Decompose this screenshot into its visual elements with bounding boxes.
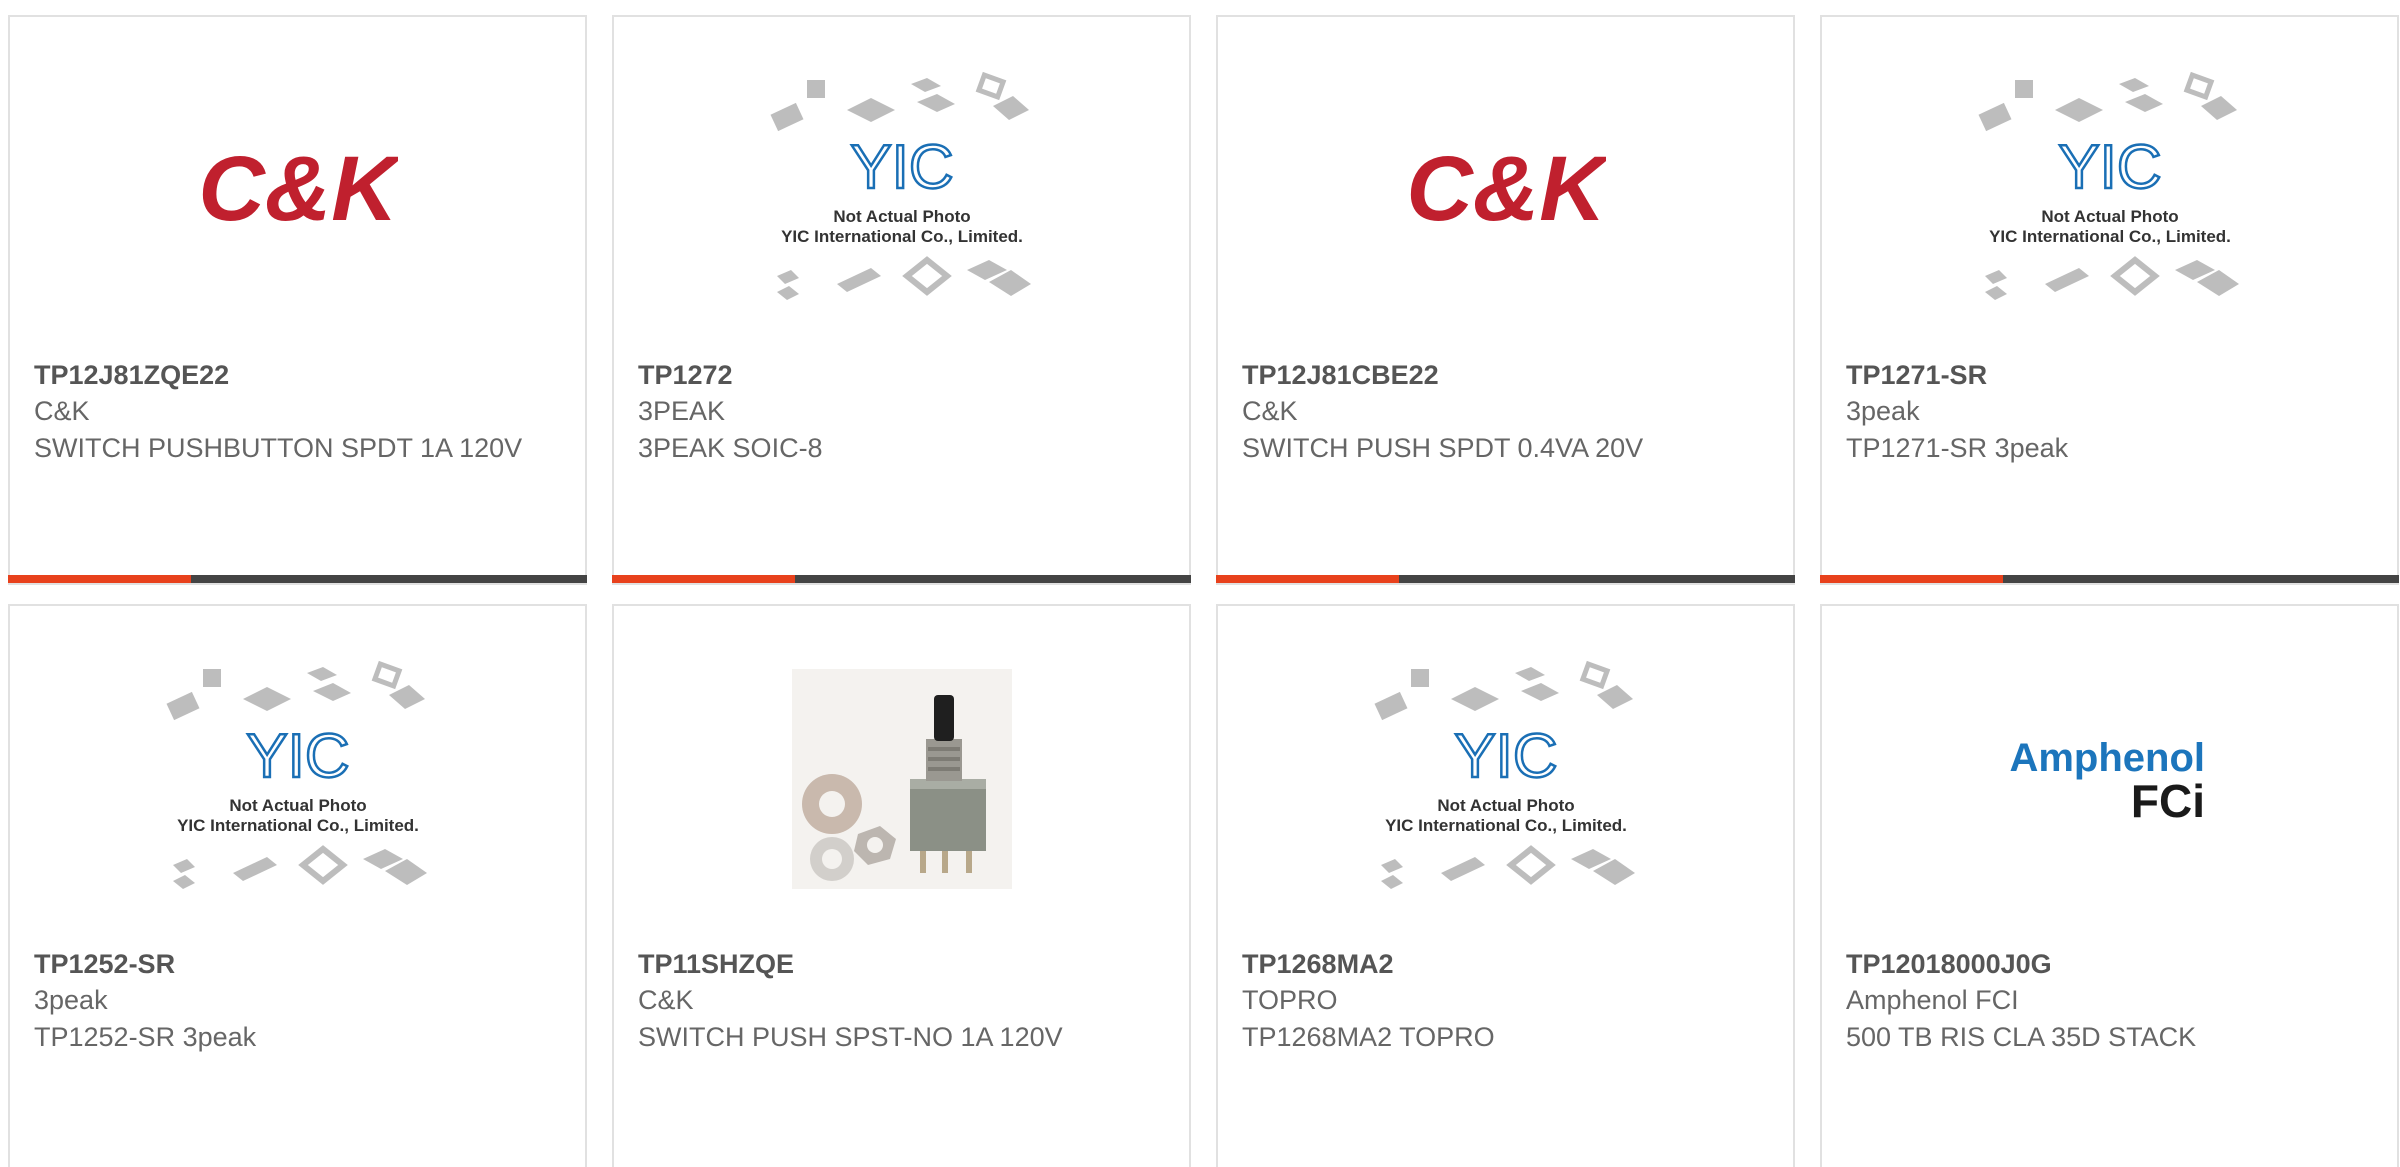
product-image[interactable]: YIC Not Actual Photo YIC International C…	[10, 606, 585, 951]
placeholder-image-icon: YIC Not Actual Photo YIC International C…	[1374, 660, 1635, 889]
svg-text:YIC International Co., Limited: YIC International Co., Limited.	[177, 816, 419, 835]
placeholder-image-icon: YIC Not Actual Photo YIC International C…	[166, 660, 427, 889]
card-bottom-bar	[612, 575, 1191, 583]
ck-logo-icon: C&K	[198, 138, 398, 240]
part-number[interactable]: TP1272	[638, 357, 1165, 393]
manufacturer: 3peak	[34, 985, 108, 1015]
card-bottom-bar	[1216, 575, 1795, 583]
manufacturer: 3PEAK	[638, 396, 726, 426]
svg-text:YIC International Co., Limited: YIC International Co., Limited.	[781, 227, 1023, 246]
description: TP1268MA2 TOPRO	[1242, 1022, 1495, 1052]
ck-logo-icon: C&K	[1406, 138, 1606, 240]
product-image[interactable]: C&K	[1218, 17, 1793, 362]
description: SWITCH PUSH SPDT 0.4VA 20V	[1242, 433, 1644, 463]
switch-photo-icon	[791, 668, 1012, 889]
description: 500 TB RIS CLA 35D STACK	[1846, 1022, 2197, 1052]
part-number[interactable]: TP12J81ZQE22	[34, 357, 561, 393]
product-card[interactable]: C&K TP12J81ZQE22 C&K SWITCH PUSHBUTTON S…	[8, 15, 587, 585]
manufacturer: TOPRO	[1242, 985, 1338, 1015]
description: TP1252-SR 3peak	[34, 1022, 257, 1052]
card-bottom-bar	[1820, 575, 2399, 583]
product-image[interactable]: YIC Not Actual Photo YIC International C…	[614, 17, 1189, 362]
manufacturer: C&K	[34, 396, 90, 426]
description: SWITCH PUSH SPST-NO 1A 120V	[638, 1022, 1063, 1052]
svg-text:YIC: YIC	[246, 722, 349, 791]
product-image[interactable]: YIC Not Actual Photo YIC International C…	[1218, 606, 1793, 951]
svg-text:Not Actual Photo: Not Actual Photo	[1437, 796, 1574, 815]
manufacturer: 3peak	[1846, 396, 1920, 426]
placeholder-image-icon: YIC Not Actual Photo YIC International C…	[770, 71, 1031, 300]
product-card[interactable]: Amphenol FCi TP12018000J0G Amphenol FCI …	[1820, 604, 2399, 1167]
product-card[interactable]: YIC Not Actual Photo YIC International C…	[1216, 604, 1795, 1167]
product-card[interactable]: C&K TP12J81CBE22 C&K SWITCH PUSH SPDT 0.…	[1216, 15, 1795, 585]
svg-text:YIC: YIC	[850, 133, 953, 202]
part-number[interactable]: TP1252-SR	[34, 946, 561, 982]
manufacturer: C&K	[1242, 396, 1298, 426]
product-image[interactable]: C&K	[10, 17, 585, 362]
card-accent	[1820, 575, 2003, 583]
card-bottom-bar	[8, 575, 587, 583]
svg-text:Not Actual Photo: Not Actual Photo	[833, 207, 970, 226]
manufacturer: Amphenol FCI	[1846, 985, 2019, 1015]
product-card[interactable]: YIC Not Actual Photo YIC International C…	[8, 604, 587, 1167]
product-card[interactable]: TP11SHZQE C&K SWITCH PUSH SPST-NO 1A 120…	[612, 604, 1191, 1167]
part-number[interactable]: TP1271-SR	[1846, 357, 2373, 393]
description: TP1271-SR 3peak	[1846, 433, 2069, 463]
amphenol-logo-icon: Amphenol FCi	[2009, 736, 2205, 827]
product-grid: C&K TP12J81ZQE22 C&K SWITCH PUSHBUTTON S…	[0, 0, 2400, 1167]
svg-text:YIC International Co., Limited: YIC International Co., Limited.	[1385, 816, 1627, 835]
part-number[interactable]: TP1268MA2	[1242, 946, 1769, 982]
svg-text:YIC International Co., Limited: YIC International Co., Limited.	[1989, 227, 2231, 246]
part-number[interactable]: TP12J81CBE22	[1242, 357, 1769, 393]
part-number[interactable]: TP12018000J0G	[1846, 946, 2373, 982]
svg-text:Amphenol: Amphenol	[2009, 736, 2205, 780]
card-accent	[612, 575, 795, 583]
svg-text:Not Actual Photo: Not Actual Photo	[2041, 207, 2178, 226]
product-card[interactable]: YIC Not Actual Photo YIC International C…	[612, 15, 1191, 585]
svg-text:C&K: C&K	[198, 138, 398, 240]
placeholder-image-icon: YIC Not Actual Photo YIC International C…	[1978, 71, 2239, 300]
svg-text:C&K: C&K	[1406, 138, 1606, 240]
product-image[interactable]	[614, 606, 1189, 951]
svg-text:FCi: FCi	[2130, 775, 2204, 827]
product-image[interactable]: YIC Not Actual Photo YIC International C…	[1822, 17, 2397, 362]
product-image[interactable]: Amphenol FCi	[1822, 606, 2397, 951]
part-number[interactable]: TP11SHZQE	[638, 946, 1165, 982]
card-accent	[1216, 575, 1399, 583]
svg-text:YIC: YIC	[2058, 133, 2161, 202]
description: SWITCH PUSHBUTTON SPDT 1A 120V	[34, 433, 523, 463]
svg-text:Not Actual Photo: Not Actual Photo	[229, 796, 366, 815]
manufacturer: C&K	[638, 985, 694, 1015]
product-card[interactable]: YIC Not Actual Photo YIC International C…	[1820, 15, 2399, 585]
svg-text:YIC: YIC	[1454, 722, 1557, 791]
description: 3PEAK SOIC-8	[638, 433, 823, 463]
card-accent	[8, 575, 191, 583]
